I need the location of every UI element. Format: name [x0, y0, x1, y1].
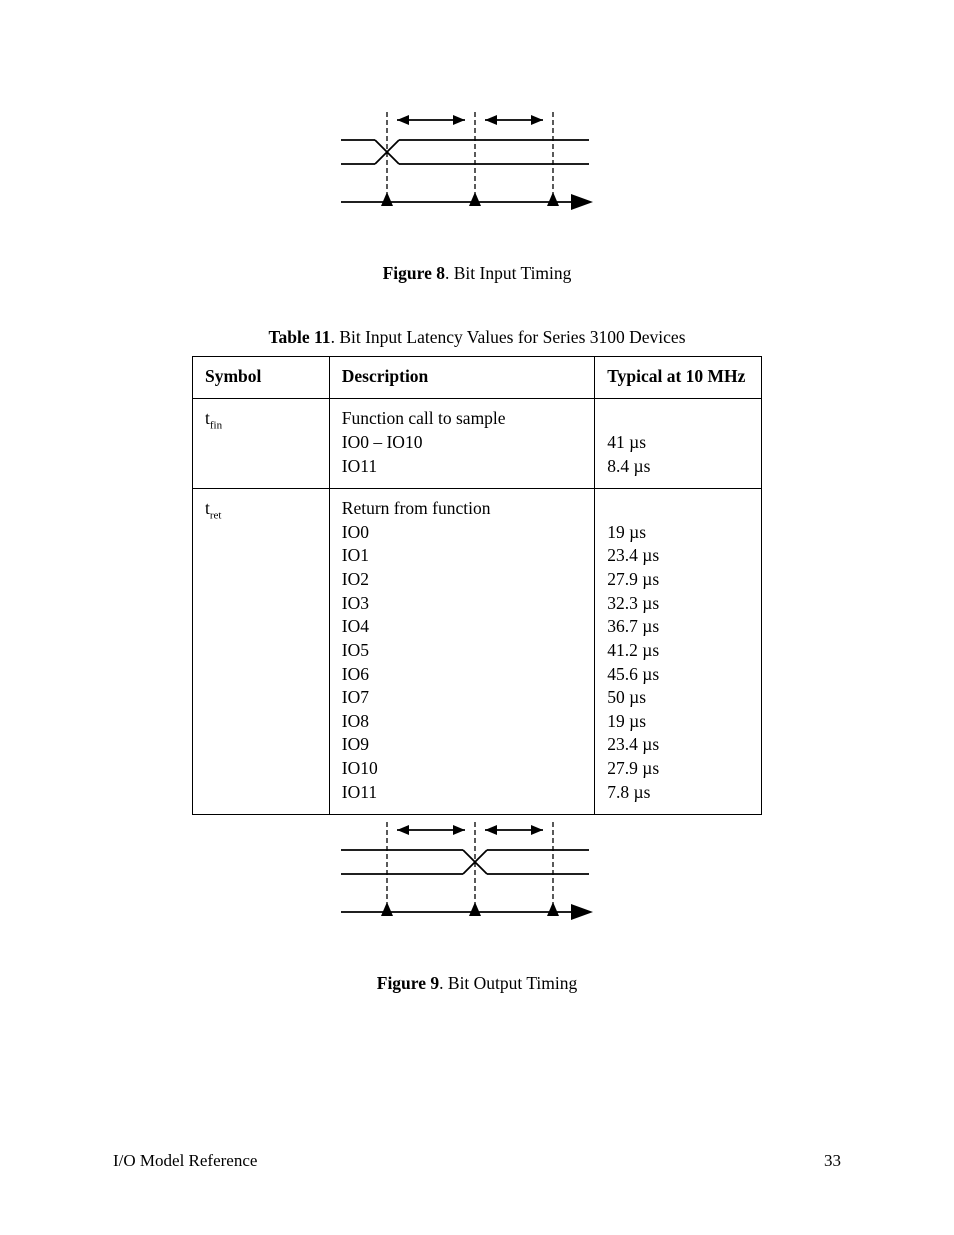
figure-8-title: . Bit Input Timing — [445, 263, 571, 283]
page-footer: I/O Model Reference 33 — [113, 1150, 841, 1173]
table-11-wrap: Table 11. Bit Input Latency Values for S… — [0, 326, 954, 815]
line: 8.4 µs — [607, 455, 749, 479]
line: IO4 — [342, 615, 582, 639]
line: 23.4 µs — [607, 544, 749, 568]
line: IO0 – IO10 — [342, 431, 582, 455]
table-11-title: . Bit Input Latency Values for Series 31… — [331, 327, 686, 347]
line: IO3 — [342, 592, 582, 616]
line: IO5 — [342, 639, 582, 663]
figure-8-diagram — [327, 98, 627, 228]
figure-9-diagram — [327, 808, 627, 938]
table-row: tret Return from functionIO0IO1IO2IO3IO4… — [193, 489, 762, 815]
line: 41.2 µs — [607, 639, 749, 663]
typical-cell: 19 µs23.4 µs27.9 µs32.3 µs36.7 µs41.2 µs… — [595, 489, 762, 815]
line: IO9 — [342, 733, 582, 757]
symbol-sub: ret — [210, 510, 222, 522]
line: 19 µs — [607, 710, 749, 734]
line: 36.7 µs — [607, 615, 749, 639]
symbol-sub: fin — [210, 420, 222, 432]
col-description: Description — [329, 356, 594, 399]
description-lines: Function call to sampleIO0 – IO10IO11 — [342, 407, 582, 478]
description-cell: Function call to sampleIO0 – IO10IO11 — [329, 399, 594, 489]
figure-9-number: Figure 9 — [377, 973, 439, 993]
line: IO2 — [342, 568, 582, 592]
typical-lines: 19 µs23.4 µs27.9 µs32.3 µs36.7 µs41.2 µs… — [607, 497, 749, 804]
figure-8-wrap: Figure 8. Bit Input Timing — [0, 98, 954, 286]
line: IO1 — [342, 544, 582, 568]
typical-lines: 41 µs8.4 µs — [607, 407, 749, 478]
line: IO0 — [342, 521, 582, 545]
line: IO8 — [342, 710, 582, 734]
page: Figure 8. Bit Input Timing Table 11. Bit… — [0, 0, 954, 1235]
figure-9-title: . Bit Output Timing — [439, 973, 577, 993]
line: 41 µs — [607, 431, 749, 455]
footer-left: I/O Model Reference — [113, 1150, 257, 1173]
line: 32.3 µs — [607, 592, 749, 616]
typical-cell: 41 µs8.4 µs — [595, 399, 762, 489]
table-row: tfin Function call to sampleIO0 – IO10IO… — [193, 399, 762, 489]
description-lines: Return from functionIO0IO1IO2IO3IO4IO5IO… — [342, 497, 582, 804]
symbol-cell: tfin — [193, 399, 330, 489]
col-typical: Typical at 10 MHz — [595, 356, 762, 399]
line: IO7 — [342, 686, 582, 710]
table-header-row: Symbol Description Typical at 10 MHz — [193, 356, 762, 399]
description-cell: Return from functionIO0IO1IO2IO3IO4IO5IO… — [329, 489, 594, 815]
line: IO10 — [342, 757, 582, 781]
line — [607, 497, 749, 521]
line: IO11 — [342, 455, 582, 479]
line: Function call to sample — [342, 407, 582, 431]
figure-9-caption: Figure 9. Bit Output Timing — [377, 972, 578, 996]
figure-8-caption: Figure 8. Bit Input Timing — [383, 262, 572, 286]
line: IO11 — [342, 781, 582, 805]
line: 50 µs — [607, 686, 749, 710]
line: 7.8 µs — [607, 781, 749, 805]
line — [607, 407, 749, 431]
table-11-number: Table 11 — [268, 327, 330, 347]
line: Return from function — [342, 497, 582, 521]
latency-table: Symbol Description Typical at 10 MHz tfi… — [192, 356, 762, 816]
line: 27.9 µs — [607, 568, 749, 592]
line: 27.9 µs — [607, 757, 749, 781]
line: 45.6 µs — [607, 663, 749, 687]
line: 19 µs — [607, 521, 749, 545]
footer-right: 33 — [824, 1150, 841, 1173]
figure-9-wrap: Figure 9. Bit Output Timing — [0, 808, 954, 996]
figure-8-number: Figure 8 — [383, 263, 445, 283]
line: IO6 — [342, 663, 582, 687]
table-11-caption: Table 11. Bit Input Latency Values for S… — [0, 326, 954, 350]
symbol-cell: tret — [193, 489, 330, 815]
line: 23.4 µs — [607, 733, 749, 757]
col-symbol: Symbol — [193, 356, 330, 399]
